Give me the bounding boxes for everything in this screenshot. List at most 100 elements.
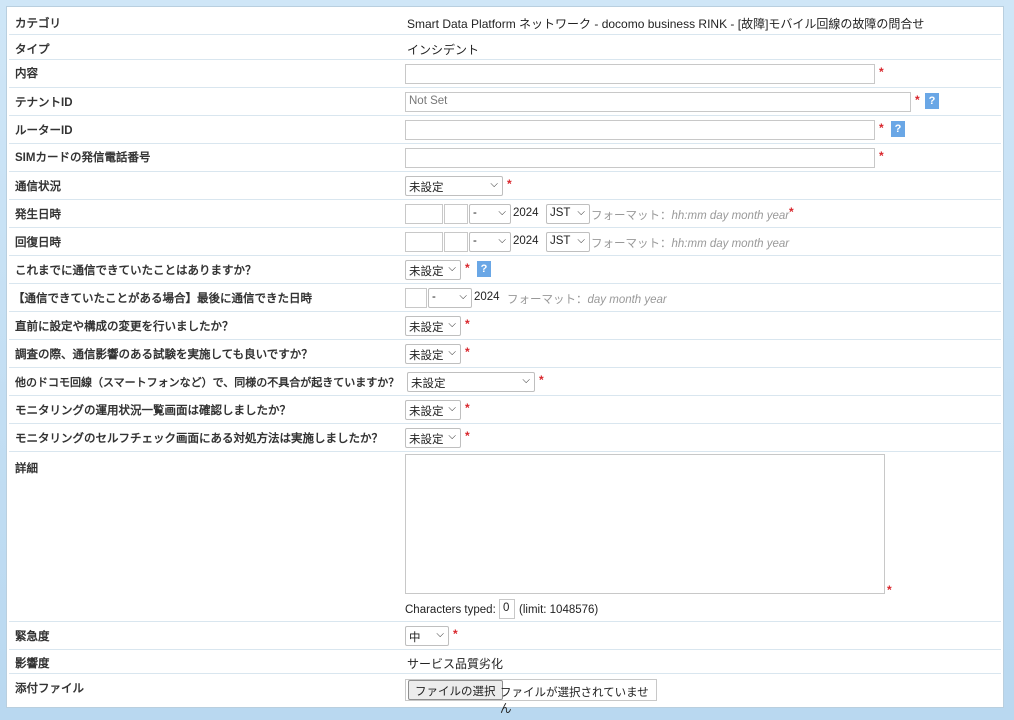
required-mark: * [915,93,920,107]
row-other-lines: 他のドコモ回線（スマートフォンなど）で、同様の不具合が起きていますか？ 未設定 … [9,368,1001,396]
config-change-selected: 未設定 [409,322,444,334]
file-status: ファイルが選択されていません [500,687,649,715]
occurred-format-hint: フォーマット：hh:mm day month year [591,210,790,222]
chevron-down-icon: ⌵ [436,629,444,640]
file-input[interactable]: ファイルの選択 ファイルが選択されていません [405,679,657,715]
row-self-check: モニタリングのセルフチェック画面にある対処方法は実施しましたか？ 未設定 ⌵ * [9,424,1001,452]
chars-limit: (limit: 1048576) [519,604,599,616]
help-icon[interactable]: ? [477,261,491,277]
chevron-down-icon: ⌵ [459,291,467,302]
last-connected-year[interactable]: 2024 [474,291,500,303]
row-occurred: 発生日時 - ⌵ 2024 JST ⌵ フォーマット：hh:mm day mon… [9,200,1001,228]
last-connected-day-input[interactable] [405,288,427,308]
label-occurred: 発生日時 [15,209,61,221]
required-mark: * [887,583,892,597]
row-last-connected: 【通信できていたことがある場合】最後に通信できた日時 - ⌵ 2024 フォーマ… [9,284,1001,312]
ever-connected-select[interactable]: 未設定 ⌵ [405,260,461,280]
recovered-time-input[interactable] [405,232,443,252]
required-mark: * [465,317,470,331]
test-allowed-selected: 未設定 [409,350,444,362]
sim-phone-input[interactable] [405,148,875,168]
comm-status-selected: 未設定 [409,182,444,194]
chevron-down-icon: ⌵ [577,235,585,246]
chevron-down-icon: ⌵ [448,347,456,358]
required-mark: * [539,373,544,387]
chevron-down-icon: ⌵ [448,319,456,330]
label-comm-status: 通信状況 [15,181,61,193]
required-mark: * [465,261,470,275]
occurred-day-input[interactable] [444,204,468,224]
label-monitor-list: モニタリングの運用状況一覧画面は確認しましたか？ [15,405,291,417]
required-mark: * [465,429,470,443]
urgency-selected: 中 [409,632,421,644]
other-lines-selected: 未設定 [411,378,446,390]
category-value: Smart Data Platform ネットワーク - docomo busi… [407,17,925,31]
label-category: カテゴリ [15,18,61,30]
label-tenant: テナントID [15,97,73,109]
other-lines-select[interactable]: 未設定 ⌵ [407,372,535,392]
last-connected-month-select[interactable]: - ⌵ [428,288,472,308]
row-urgency: 緊急度 中 ⌵ * [9,622,1001,650]
row-config-change: 直前に設定や構成の変更を行いましたか？ 未設定 ⌵ * [9,312,1001,340]
recovered-year[interactable]: 2024 [513,235,539,247]
impact-value: サービス品質劣化 [407,657,504,671]
occurred-tz-select[interactable]: JST ⌵ [546,204,590,224]
recovered-tz-select[interactable]: JST ⌵ [546,232,590,252]
occurred-tz-selected: JST [550,207,571,219]
details-textarea[interactable] [405,454,885,594]
label-content: 内容 [15,68,38,80]
last-connected-month-selected: - [432,291,436,303]
type-value: インシデント [407,43,480,57]
required-mark: * [465,401,470,415]
config-change-select[interactable]: 未設定 ⌵ [405,316,461,336]
label-urgency: 緊急度 [15,631,50,643]
row-details: 詳細 * Characters typed: 0 (limit: 1048576… [9,452,1001,622]
tenant-input[interactable]: Not Set [405,92,911,112]
row-category: カテゴリ Smart Data Platform ネットワーク - docomo… [9,7,1001,35]
label-impact: 影響度 [15,658,50,670]
label-recovered: 回復日時 [15,237,61,249]
label-details: 詳細 [15,463,38,475]
help-icon[interactable]: ? [891,121,905,137]
required-mark: * [879,149,884,163]
ever-connected-selected: 未設定 [409,266,444,278]
required-mark: * [453,627,458,641]
chevron-down-icon: ⌵ [522,375,530,386]
occurred-year[interactable]: 2024 [513,207,539,219]
required-mark: * [879,65,884,79]
label-config-change: 直前に設定や構成の変更を行いましたか？ [15,321,234,333]
row-sim-phone: SIMカードの発信電話番号 * [9,144,1001,172]
row-comm-status: 通信状況 未設定 ⌵ * [9,172,1001,200]
row-ever-connected: これまでに通信できていたことはありますか？ 未設定 ⌵ * ? [9,256,1001,284]
occurred-time-input[interactable] [405,204,443,224]
content-input[interactable] [405,64,875,84]
required-mark: * [465,345,470,359]
chevron-down-icon: ⌵ [448,431,456,442]
test-allowed-select[interactable]: 未設定 ⌵ [405,344,461,364]
label-self-check: モニタリングのセルフチェック画面にある対処方法は実施しましたか？ [15,433,383,445]
label-last-connected: 【通信できていたことがある場合】最後に通信できた日時 [13,293,312,305]
row-attachment: 添付ファイル ファイルの選択 ファイルが選択されていません [9,674,1001,715]
label-ever-connected: これまでに通信できていたことはありますか？ [15,265,257,277]
chevron-down-icon: ⌵ [498,207,506,218]
row-router: ルーターID * ? [9,116,1001,144]
chars-typed-label: Characters typed: [405,604,496,616]
label-type: タイプ [15,44,50,56]
monitor-list-select[interactable]: 未設定 ⌵ [405,400,461,420]
self-check-select[interactable]: 未設定 ⌵ [405,428,461,448]
occurred-month-select[interactable]: - ⌵ [469,204,511,224]
urgency-select[interactable]: 中 ⌵ [405,626,449,646]
chevron-down-icon: ⌵ [448,263,456,274]
chevron-down-icon: ⌵ [490,179,498,190]
choose-file-button[interactable]: ファイルの選択 [408,680,503,700]
recovered-day-input[interactable] [444,232,468,252]
help-icon[interactable]: ? [925,93,939,109]
last-connected-format-hint: フォーマット：day month year [507,294,667,306]
router-input[interactable] [405,120,875,140]
row-monitor-list: モニタリングの運用状況一覧画面は確認しましたか？ 未設定 ⌵ * [9,396,1001,424]
monitor-list-selected: 未設定 [409,406,444,418]
row-tenant: テナントID Not Set * ? [9,88,1001,116]
chevron-down-icon: ⌵ [448,403,456,414]
recovered-month-select[interactable]: - ⌵ [469,232,511,252]
comm-status-select[interactable]: 未設定 ⌵ [405,176,503,196]
